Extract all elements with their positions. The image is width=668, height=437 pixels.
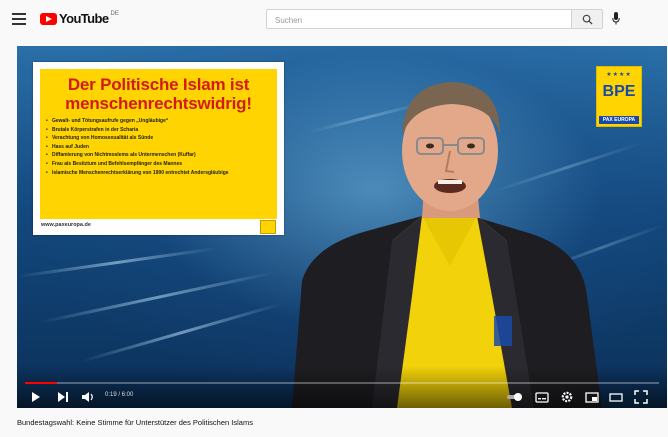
search-button[interactable] <box>571 9 603 29</box>
microphone-icon[interactable] <box>612 12 620 25</box>
video-player[interactable]: Der Politische Islam ist menschenrechtsw… <box>17 46 667 408</box>
next-icon[interactable] <box>57 390 69 404</box>
top-bar: YouTube DE <box>0 0 668 40</box>
info-panel: Der Politische Islam ist menschenrechtsw… <box>33 62 284 235</box>
panel-bullets: Gewalt- und Tötungsaufrufe gegen „Ungläu… <box>46 117 274 177</box>
subtitles-icon[interactable] <box>535 390 549 404</box>
play-icon[interactable] <box>31 390 41 404</box>
bullet-item: Hass auf Juden <box>46 143 274 152</box>
fullscreen-icon[interactable] <box>634 390 648 404</box>
search-icon <box>582 14 593 25</box>
menu-icon[interactable] <box>12 13 26 25</box>
youtube-play-icon <box>40 12 57 25</box>
speaker-figure <box>292 82 602 408</box>
youtube-logo[interactable]: YouTube DE <box>40 11 119 26</box>
progress-bar[interactable] <box>25 382 659 384</box>
logo-country: DE <box>110 10 119 17</box>
miniplayer-icon[interactable] <box>585 390 599 404</box>
video-title: Bundestagswahl: Keine Stimme für Unterst… <box>17 418 253 427</box>
autoplay-toggle-icon[interactable] <box>506 390 524 404</box>
time-display: 0:19 / 6:00 <box>105 392 134 398</box>
bullet-item: Verachtung von Homosexualität als Sünde <box>46 134 274 143</box>
bullet-item: Gewalt- und Tötungsaufrufe gegen „Ungläu… <box>46 117 274 126</box>
theater-mode-icon[interactable] <box>609 390 623 404</box>
search-input[interactable] <box>267 11 571 30</box>
bullet-item: Frau als Besitztum und Befehlsempfänger … <box>46 160 274 169</box>
bullet-item: Brutale Körperstrafen in der Scharia <box>46 126 274 135</box>
panel-title: Der Politische Islam ist menschenrechtsw… <box>65 75 252 113</box>
bullet-item: Islamische Menschenrechtserklärung von 1… <box>46 169 274 178</box>
search-box <box>266 9 571 30</box>
logo-text: YouTube <box>59 11 109 26</box>
info-panel-body: Der Politische Islam ist menschenrechtsw… <box>40 69 277 219</box>
volume-icon[interactable] <box>81 390 95 404</box>
panel-url: www.paxeuropa.de <box>41 222 91 228</box>
bullet-item: Diffamierung von Nichtmoslems als Unterm… <box>46 151 274 160</box>
progress-fill <box>25 382 57 384</box>
settings-gear-icon[interactable] <box>560 390 574 404</box>
